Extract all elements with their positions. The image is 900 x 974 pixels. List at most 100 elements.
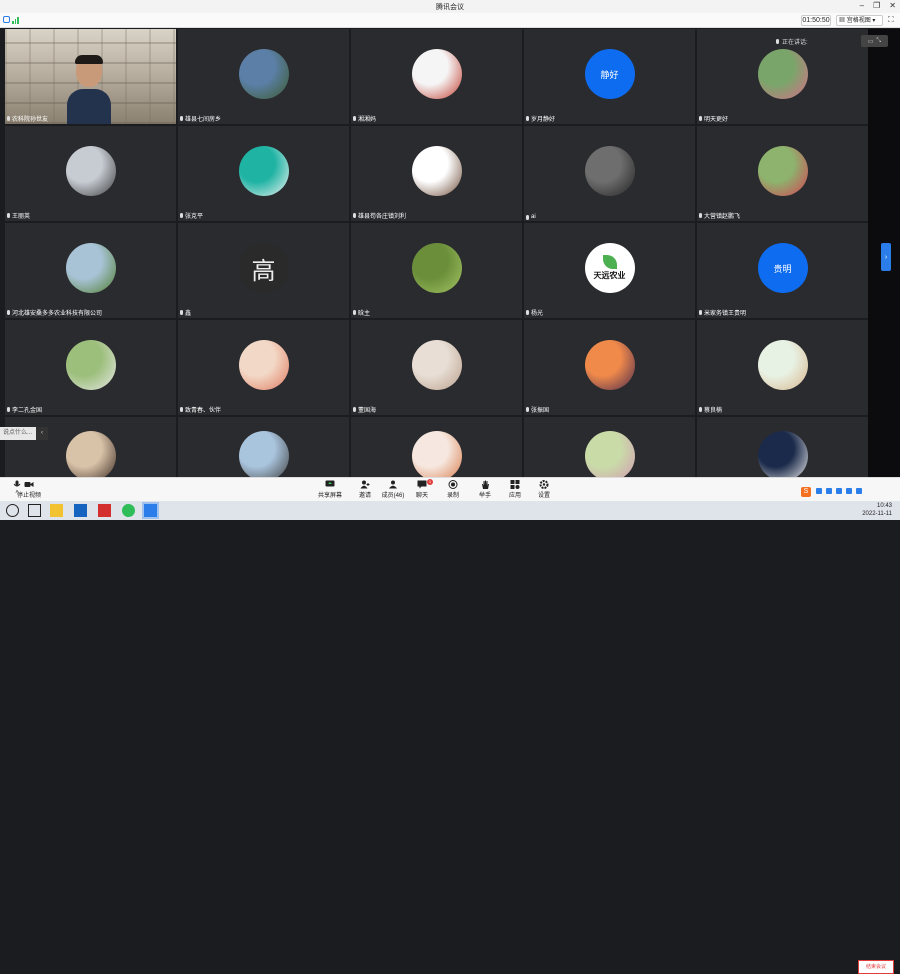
- participant-nametag: 雄县苟各庄镇刘利: [353, 211, 406, 220]
- window-title: 腾讯会议: [436, 4, 464, 11]
- participant-name: 农科院孙世友: [12, 117, 49, 123]
- restore-icon[interactable]: ❐: [873, 1, 880, 10]
- raise-hand-icon: [482, 480, 489, 489]
- signal-icon[interactable]: [12, 16, 19, 24]
- participant-tile[interactable]: ai: [524, 126, 695, 221]
- fullscreen-icon[interactable]: ⛶: [888, 15, 894, 25]
- meeting-toolbar: ˄ 停止视频 共享屏幕 邀请 成员(46) 1 聊天 录制 举手 应用 设置 结…: [0, 477, 900, 974]
- tray-icon[interactable]: [826, 488, 832, 494]
- taskbar-clock[interactable]: 10:43 2022-11-11: [862, 502, 892, 518]
- participant-tile[interactable]: 致青春、伙伴: [178, 320, 349, 415]
- participant-avatar: 高: [238, 243, 289, 293]
- meeting-info-icon[interactable]: [3, 16, 10, 23]
- record-button[interactable]: 录制: [436, 480, 470, 499]
- stop-video-button[interactable]: 停止视频: [12, 480, 46, 499]
- record-label: 录制: [446, 493, 459, 499]
- participant-name: 李二孔金国: [12, 408, 43, 414]
- participant-tile[interactable]: 天远农业杨光: [524, 223, 695, 318]
- chevron-left-icon[interactable]: ‹: [36, 427, 48, 440]
- start-search-icon[interactable]: [6, 504, 19, 517]
- participant-tile[interactable]: 河北雄安桑多多农业科技有限公司: [5, 223, 176, 318]
- wechat-icon[interactable]: [122, 504, 135, 517]
- chat-input[interactable]: 说点什么... ‹: [0, 427, 48, 440]
- share-screen-button[interactable]: 共享屏幕: [313, 480, 347, 499]
- tray-icon[interactable]: [816, 488, 822, 494]
- participant-name: ai: [531, 214, 536, 220]
- participant-nametag: 岁月静好: [526, 114, 555, 123]
- apps-icon: [510, 480, 520, 489]
- chat-button[interactable]: 1 聊天: [405, 479, 439, 499]
- participant-avatar: [757, 49, 808, 99]
- leaf-logo-icon: [602, 255, 617, 269]
- participant-name: 致青春、伙伴: [185, 408, 222, 414]
- wps-icon[interactable]: [98, 504, 111, 517]
- participant-tile[interactable]: 蔡良楠: [697, 320, 868, 415]
- view-mode-label: 宫格视图: [846, 18, 871, 24]
- chat-placeholder: 说点什么...: [3, 430, 33, 436]
- participant-tile[interactable]: 张振国: [524, 320, 695, 415]
- logo-text: 天远农业: [593, 271, 626, 280]
- microphone-icon: [353, 407, 356, 412]
- tray-icon[interactable]: [856, 488, 862, 494]
- collapse-icon[interactable]: ⤡: [876, 38, 881, 45]
- end-meeting-button[interactable]: 结束会议: [858, 960, 894, 974]
- layout-icon[interactable]: ▭: [868, 38, 874, 45]
- participant-tile[interactable]: 湘湘妈: [351, 29, 522, 124]
- participant-tile[interactable]: [351, 417, 522, 477]
- minimize-icon[interactable]: –: [860, 1, 864, 10]
- participant-nametag: 农科院孙世友: [7, 114, 48, 123]
- settings-button[interactable]: 设置: [527, 480, 561, 499]
- tencent-meeting-icon[interactable]: [142, 502, 159, 519]
- microphone-icon: [353, 310, 356, 315]
- participant-tile[interactable]: 雄县七间房乡: [178, 29, 349, 124]
- mail-icon[interactable]: [74, 504, 87, 517]
- participant-name: 杨光: [531, 311, 544, 317]
- participant-avatar: [584, 431, 635, 477]
- microphone-icon: [699, 116, 702, 121]
- participant-tile[interactable]: 大营镇赵鹏飞: [697, 126, 868, 221]
- participant-avatar: 天远农业: [584, 243, 635, 293]
- participant-tile[interactable]: [5, 417, 176, 477]
- participant-tile[interactable]: [178, 417, 349, 477]
- participant-tile[interactable]: [697, 417, 868, 477]
- file-explorer-icon[interactable]: [50, 504, 63, 517]
- chat-label: 聊天: [415, 493, 428, 499]
- participant-tile[interactable]: 高鑫: [178, 223, 349, 318]
- participant-name: 王丽英: [12, 214, 31, 220]
- participant-name: 米家务镇王贵明: [704, 311, 747, 317]
- participant-tile[interactable]: 农科院孙世友: [5, 29, 176, 124]
- participant-tile[interactable]: 张克平: [178, 126, 349, 221]
- view-mode-button[interactable]: ▦ 宫格视图 ▾: [836, 15, 883, 26]
- participant-nametag: 董国海: [353, 405, 376, 414]
- participant-tile[interactable]: 贵明 米家务镇王贵明: [697, 223, 868, 318]
- participant-tile[interactable]: 雄县苟各庄镇刘利: [351, 126, 522, 221]
- expand-panel-button[interactable]: ›: [881, 243, 891, 271]
- tray-icon[interactable]: [836, 488, 842, 494]
- layout-controls[interactable]: ▭ ⤡: [861, 35, 888, 47]
- microphone-icon: [776, 39, 779, 44]
- participant-name: 雄县七间房乡: [185, 117, 222, 123]
- participant-nametag: 蔡良楠: [699, 405, 722, 414]
- participant-avatar: [65, 243, 116, 293]
- sogou-ime-icon[interactable]: S: [801, 487, 811, 497]
- participant-tile[interactable]: 王丽英: [5, 126, 176, 221]
- share-screen-icon: [325, 480, 335, 487]
- participant-avatar: 静好: [584, 49, 635, 99]
- settings-icon: [539, 480, 549, 489]
- participant-nametag: 李二孔金国: [7, 405, 42, 414]
- participant-tile[interactable]: 李二孔金国: [5, 320, 176, 415]
- close-icon[interactable]: ✕: [889, 1, 896, 10]
- participant-name: 大营镇赵鹏飞: [704, 214, 741, 220]
- meeting-topbar: 01:50:50 ▦ 宫格视图 ▾ ⛶: [0, 13, 900, 28]
- participant-tile[interactable]: 董国海: [351, 320, 522, 415]
- participant-avatar: [757, 340, 808, 390]
- task-view-icon[interactable]: [28, 504, 41, 517]
- tray-icon[interactable]: [846, 488, 852, 494]
- raise-hand-button[interactable]: 举手: [468, 480, 502, 499]
- participant-tile[interactable]: 晗主: [351, 223, 522, 318]
- participant-tile[interactable]: [524, 417, 695, 477]
- participant-nametag: 晗主: [353, 308, 370, 317]
- microphone-icon: [180, 310, 183, 315]
- participant-tile[interactable]: 静好岁月静好: [524, 29, 695, 124]
- participant-nametag: 杨光: [526, 308, 543, 317]
